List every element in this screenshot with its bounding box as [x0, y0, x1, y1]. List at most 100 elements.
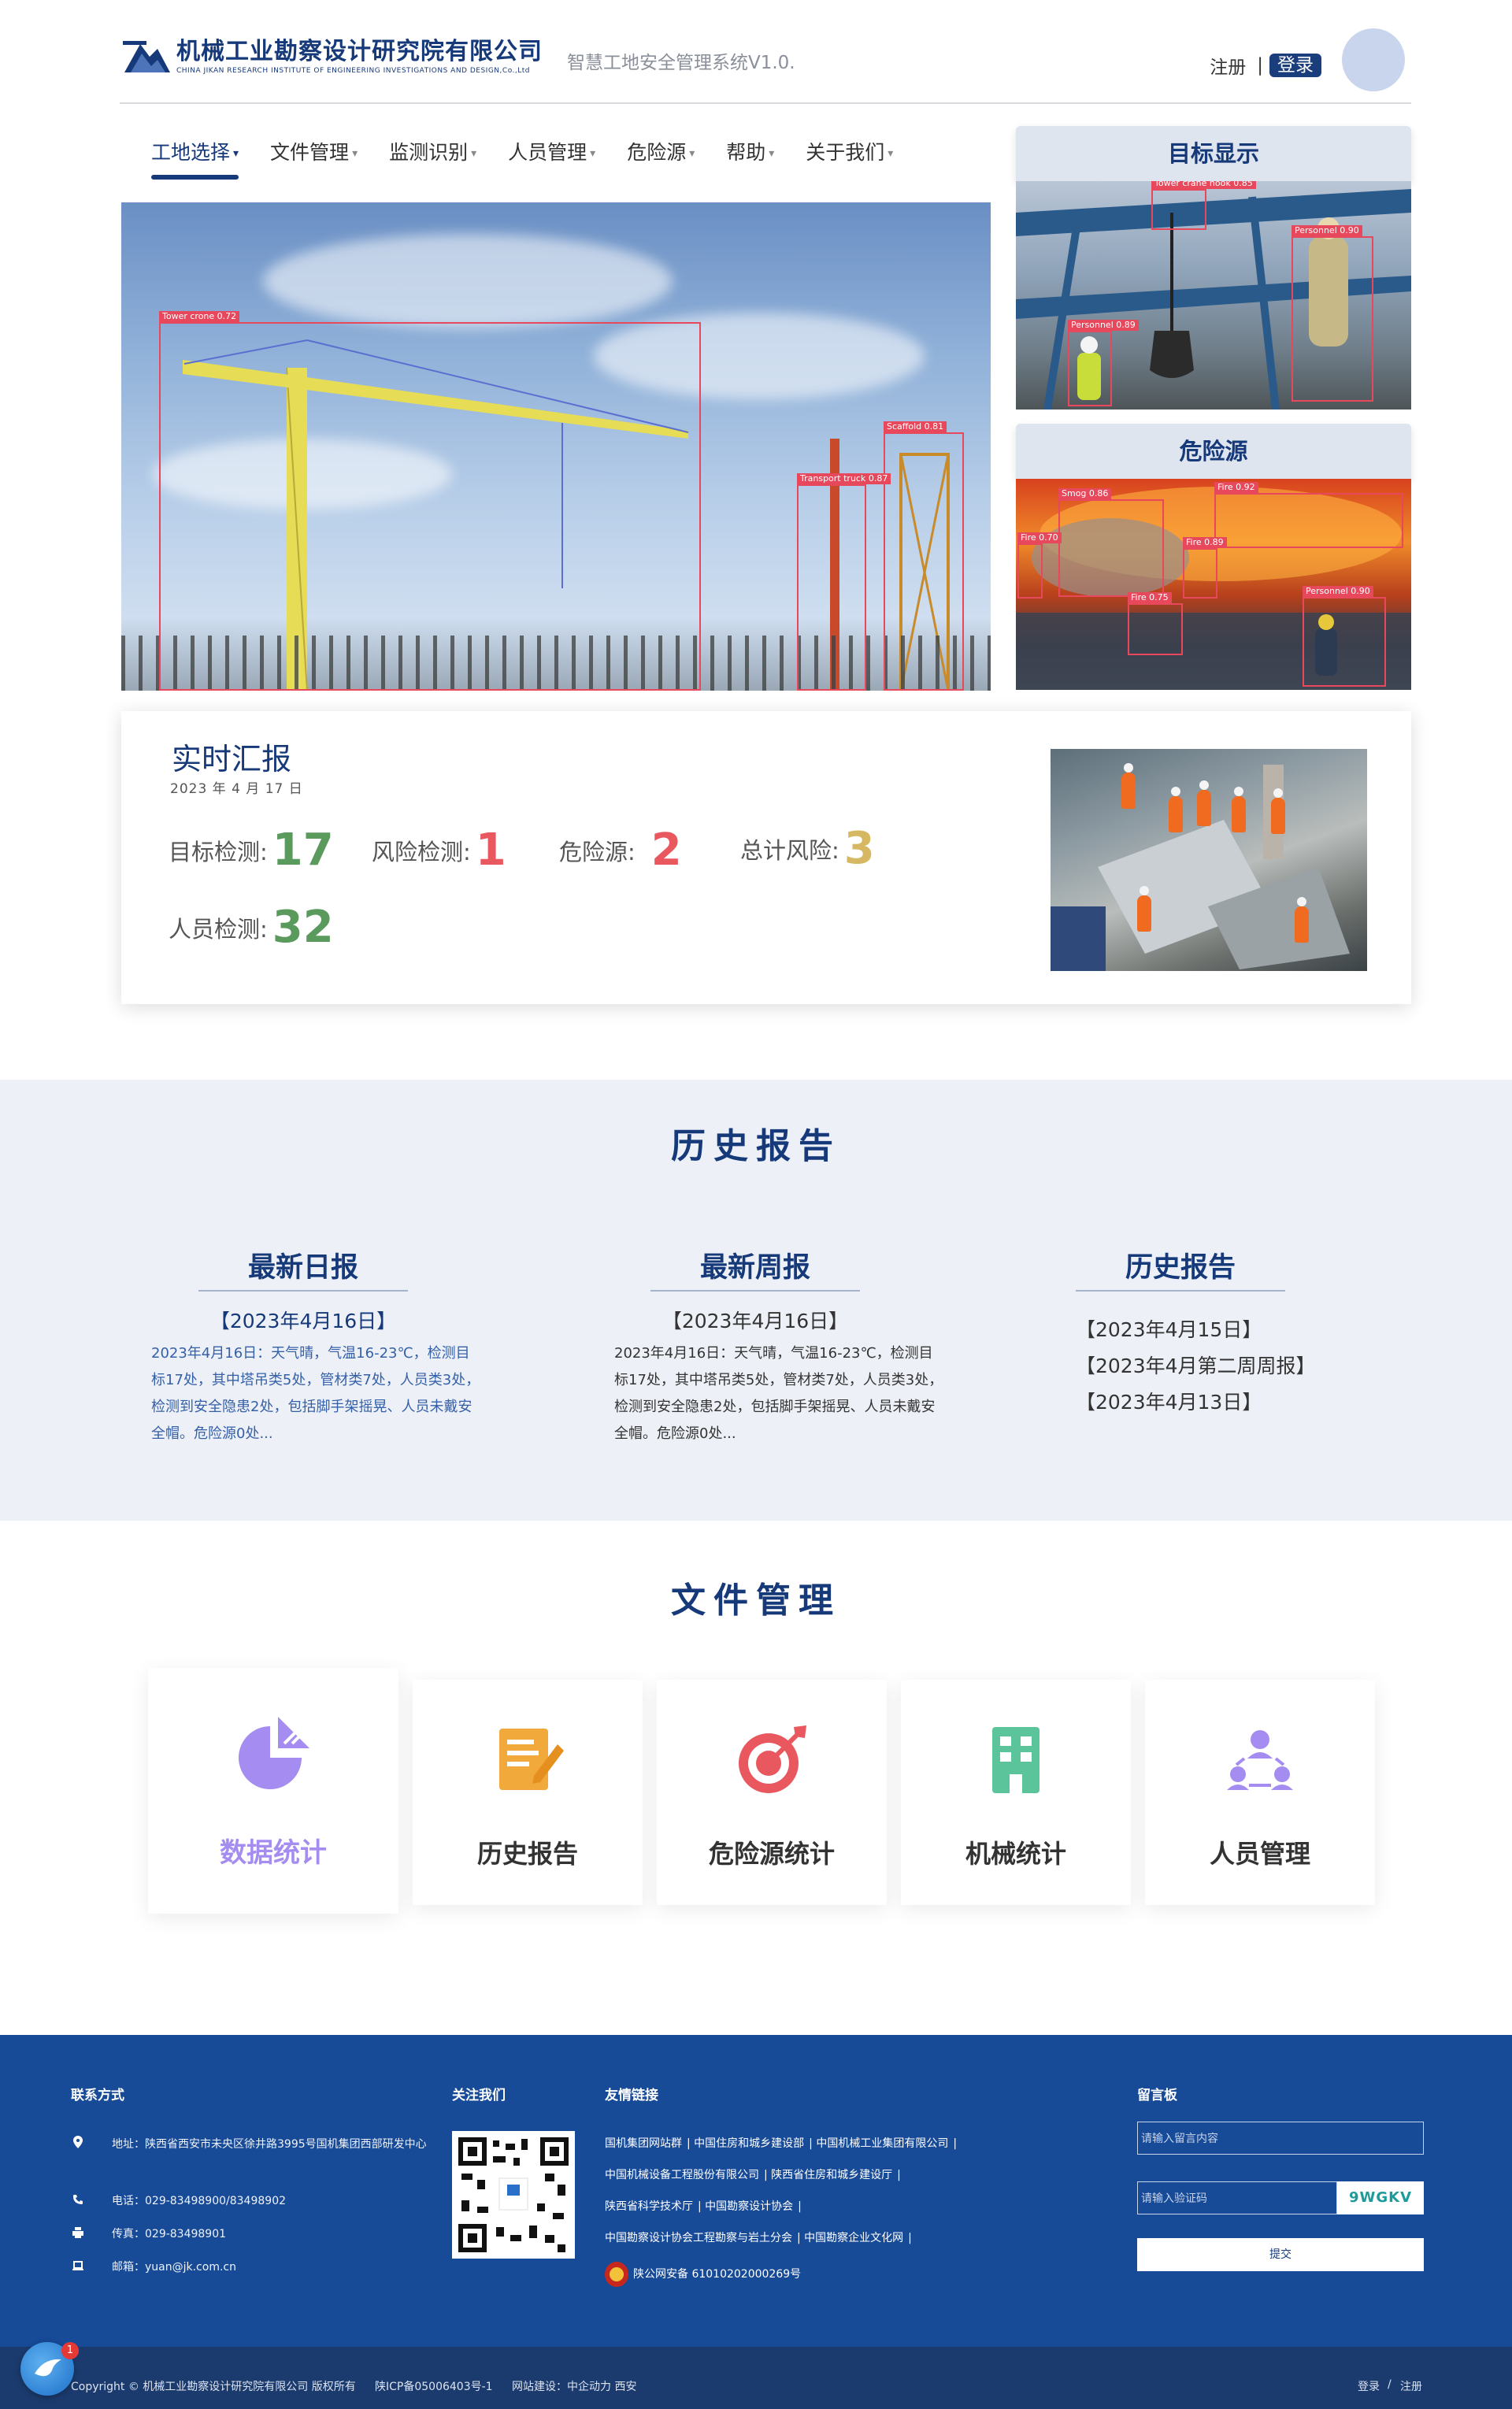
location-pin-icon — [72, 2136, 83, 2148]
icp-record[interactable]: 陕ICP备05006403号-1 — [375, 2378, 493, 2394]
contact-phone: 电话：029-83498900/83498902 — [72, 2192, 286, 2208]
nav-item-monitoring[interactable]: 监测识别 ▾ — [389, 137, 476, 165]
file-management-title: 文件管理 — [671, 1581, 841, 1621]
hazard-panel-title[interactable]: 危险源 — [1016, 424, 1411, 479]
worker-figure — [1271, 788, 1285, 834]
submit-button[interactable]: 提交 — [1137, 2238, 1424, 2271]
stat-label: 人员检测: — [169, 916, 268, 943]
stat-risk-detection[interactable]: 风险检测: 1 — [372, 825, 506, 876]
nav-label: 文件管理 — [270, 141, 350, 164]
contact-address: 地址：陕西省西安市未央区徐井路3995号国机集团西部研发中心 — [72, 2134, 435, 2155]
link-item[interactable]: 中国机械工业集团有限公司 — [816, 2137, 948, 2150]
archive-report-heading[interactable]: 历史报告 — [1076, 1245, 1285, 1292]
report-title: 实时汇报 — [172, 742, 292, 776]
worker-figure — [1169, 787, 1183, 832]
worker-figure — [1121, 763, 1136, 809]
file-card-label: 人员管理 — [1209, 1839, 1310, 1869]
bottom-login-link[interactable]: 登录 — [1358, 2378, 1380, 2394]
archive-report-item[interactable]: 【2023年4月13日】 — [1076, 1384, 1316, 1421]
detection-box: Smog 0.86 — [1058, 488, 1164, 597]
file-card-label: 危险源统计 — [708, 1839, 835, 1869]
file-card-label: 历史报告 — [476, 1839, 578, 1869]
link-item[interactable]: 中国勘察企业文化网 — [804, 2232, 903, 2244]
message-input[interactable]: 请输入留言内容 — [1137, 2122, 1424, 2155]
nav-label: 监测识别 — [389, 141, 469, 164]
page: 机械工业勘察设计研究院有限公司 CHINA JIKAN RESEARCH INS… — [0, 0, 1512, 2409]
detection-box: Transport truck 0.87 — [797, 473, 891, 691]
email-text[interactable]: 邮箱：yuan@jk.com.cn — [112, 2259, 236, 2274]
stat-personnel-detection[interactable]: 人员检测: 32 — [169, 902, 334, 953]
detection-box: Scaffold 0.81 — [884, 421, 964, 691]
detection-box: Personnel 0.89 — [1068, 320, 1139, 406]
weekly-report-heading[interactable]: 最新周报 — [650, 1245, 860, 1292]
link-item[interactable]: 中国勘察设计协会工程勘察与岩土分会 — [605, 2232, 792, 2244]
nav-item-personnel[interactable]: 人员管理 ▾ — [508, 137, 595, 165]
police-record[interactable]: 陕公网安备 61010202000269号 — [605, 2259, 957, 2290]
daily-report-date[interactable]: 【2023年4月16日】 — [198, 1306, 408, 1334]
nav-label: 帮助 — [726, 141, 766, 164]
follow-title: 关注我们 — [452, 2088, 506, 2103]
detection-label: Smog 0.86 — [1058, 488, 1112, 499]
friendly-links: 国机集团网站群 | 中国住房和城乡建设部 | 中国机械工业集团有限公司 | 中国机械设… — [605, 2128, 957, 2290]
user-avatar[interactable] — [1342, 28, 1405, 91]
copyright-text: Copyright © 机械工业勘察设计研究院有限公司 版权所有 — [71, 2381, 356, 2393]
caret-down-icon: ▾ — [471, 147, 477, 160]
header: 机械工业勘察设计研究院有限公司 CHINA JIKAN RESEARCH INS… — [120, 24, 1411, 104]
detection-label: Personnel 0.90 — [1292, 225, 1362, 236]
nav-item-about[interactable]: 关于我们 ▾ — [806, 137, 893, 165]
target-display-title[interactable]: 目标显示 — [1016, 126, 1411, 181]
weekly-report-date[interactable]: 【2023年4月16日】 — [650, 1306, 860, 1334]
worker-figure — [1232, 787, 1246, 832]
captcha-input[interactable]: 请输入验证码 — [1137, 2181, 1337, 2214]
link-item[interactable]: 陕西省科学技术厅 — [605, 2200, 693, 2213]
stat-hazard-source[interactable]: 危险源: 2 — [559, 825, 682, 876]
caret-down-icon: ▾ — [888, 147, 894, 160]
target-icon — [732, 1719, 811, 1798]
team-icon — [1221, 1719, 1299, 1798]
history-section-title: 历史报告 — [671, 1126, 841, 1166]
file-card-machinery-statistics[interactable]: 机械统计 — [901, 1680, 1131, 1905]
nav-item-site-select[interactable]: 工地选择 ▾ — [151, 137, 239, 180]
company-logo[interactable]: 机械工业勘察设计研究院有限公司 CHINA JIKAN RESEARCH INS… — [123, 38, 543, 76]
detection-label: Tower crone 0.72 — [159, 311, 240, 322]
message-board-title: 留言板 — [1137, 2088, 1177, 2103]
stat-value: 32 — [272, 902, 334, 953]
detection-box: Fire 0.75 — [1128, 592, 1183, 655]
stat-target-detection[interactable]: 目标检测: 17 — [169, 825, 334, 876]
nav-item-hazards[interactable]: 危险源 ▾ — [627, 137, 695, 165]
stat-label: 目标检测: — [169, 839, 268, 865]
nav-item-file-management[interactable]: 文件管理 ▾ — [270, 137, 358, 165]
register-link[interactable]: 注册 — [1210, 52, 1246, 79]
detection-label: Tower crane hook 0.85 — [1151, 181, 1256, 189]
link-item[interactable]: 中国勘察设计协会 — [705, 2200, 793, 2213]
worker-figure — [1295, 897, 1309, 943]
captcha-image[interactable]: 9WGKV — [1337, 2181, 1424, 2214]
archive-report-item[interactable]: 【2023年4月第二周周报】 — [1076, 1348, 1316, 1384]
contact-email: 邮箱：yuan@jk.com.cn — [72, 2259, 236, 2274]
daily-report-heading[interactable]: 最新日报 — [198, 1245, 408, 1292]
link-item[interactable]: 陕西省住房和城乡建设厅 — [771, 2169, 892, 2181]
links-title: 友情链接 — [605, 2088, 658, 2103]
link-item[interactable]: 国机集团网站群 — [605, 2137, 682, 2150]
phone-text: 电话：029-83498900/83498902 — [112, 2195, 287, 2207]
file-card-hazard-statistics[interactable]: 危险源统计 — [657, 1680, 887, 1905]
rubble-illustration — [1051, 765, 1350, 971]
stat-total-risk[interactable]: 总计风险: 3 — [740, 823, 875, 874]
detection-label: Fire 0.92 — [1214, 482, 1258, 493]
worker-figure — [1137, 886, 1151, 932]
nav-item-help[interactable]: 帮助 ▾ — [726, 137, 774, 165]
login-button[interactable]: 登录 — [1269, 54, 1321, 77]
archive-report-item[interactable]: 【2023年4月15日】 — [1076, 1312, 1316, 1348]
file-card-personnel-management[interactable]: 人员管理 — [1145, 1680, 1375, 1905]
file-card-data-statistics[interactable]: 数据统计 — [148, 1668, 398, 1914]
qr-code — [452, 2131, 575, 2259]
file-card-label: 机械统计 — [965, 1839, 1066, 1869]
bottom-register-link[interactable]: 注册 — [1400, 2378, 1422, 2394]
link-item[interactable]: 中国住房和城乡建设部 — [694, 2137, 804, 2150]
file-card-history-report[interactable]: 历史报告 — [413, 1680, 643, 1905]
link-item[interactable]: 中国机械设备工程股份有限公司 — [605, 2169, 759, 2181]
weekly-report-summary: 2023年4月16日：天气晴，气温16-23℃，检测目标17处，其中塔吊类5处，… — [614, 1345, 943, 1442]
auth-separator: | — [1257, 55, 1263, 76]
archive-report-list: 【2023年4月15日】 【2023年4月第二周周报】 【2023年4月13日】 — [1076, 1312, 1316, 1421]
detection-box: Fire 0.89 — [1183, 537, 1227, 599]
